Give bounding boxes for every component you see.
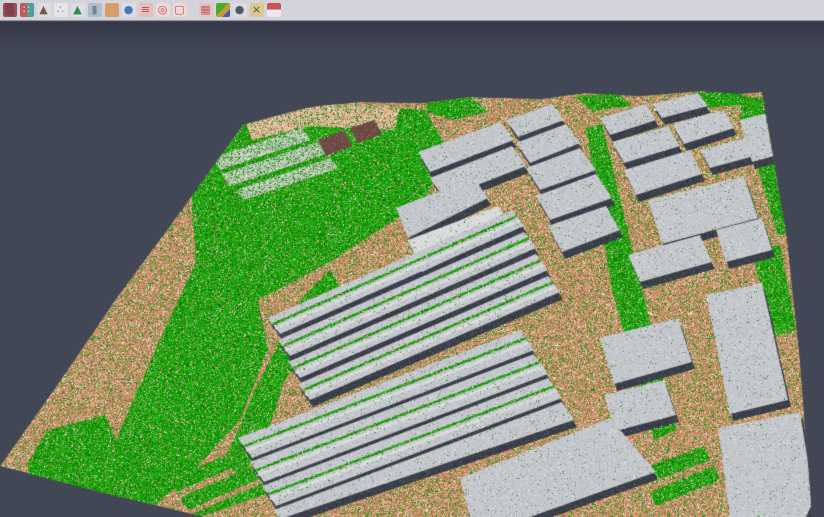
red-selection-icon-button[interactable]: ▢ xyxy=(171,1,188,20)
red-selection-icon: ▢ xyxy=(173,3,187,17)
pointcloud-3d-view[interactable] xyxy=(0,22,824,517)
classify-cross-icon: × xyxy=(250,3,264,17)
scatter-points-icon-button[interactable]: ∷ xyxy=(18,1,35,20)
green-terrain-icon: ▲ xyxy=(71,3,85,17)
globe-icon: ● xyxy=(122,3,136,17)
colormap-icon-button[interactable] xyxy=(214,1,231,20)
maroon-points-icon: ▒ xyxy=(3,3,17,17)
red-stripe-icon-button[interactable] xyxy=(265,1,282,20)
dark-sphere-icon: ● xyxy=(233,3,247,17)
red-target-icon: ◎ xyxy=(156,3,170,17)
terrain-hill-icon: ▲ xyxy=(37,3,51,17)
dark-sphere-icon-button[interactable]: ● xyxy=(231,1,248,20)
pink-grid-icon: ▦ xyxy=(199,3,213,17)
classify-cross-icon-button[interactable]: × xyxy=(248,1,265,20)
green-terrain-icon-button[interactable]: ▲ xyxy=(69,1,86,20)
building-column-icon-button[interactable]: ▮ xyxy=(86,1,103,20)
viewport-3d xyxy=(0,22,824,517)
red-list-icon-button[interactable]: ≡ xyxy=(137,1,154,20)
red-stripe-icon xyxy=(267,3,281,17)
colormap-icon xyxy=(216,3,230,17)
toolbar: ▒∷▲∴▲▮●≡◎▢▦●× xyxy=(0,0,824,21)
red-target-icon-button[interactable]: ◎ xyxy=(154,1,171,20)
ground-patch-icon-button[interactable] xyxy=(103,1,120,20)
sparse-points-icon-button[interactable]: ∴ xyxy=(52,1,69,20)
maroon-points-icon-button[interactable]: ▒ xyxy=(1,1,18,20)
application-window: ▒∷▲∴▲▮●≡◎▢▦●× xyxy=(0,0,824,517)
ground-patch-icon xyxy=(105,3,119,17)
pink-grid-icon-button[interactable]: ▦ xyxy=(197,1,214,20)
terrain-hill-icon-button[interactable]: ▲ xyxy=(35,1,52,20)
globe-icon-button[interactable]: ● xyxy=(120,1,137,20)
scatter-points-icon: ∷ xyxy=(20,3,34,17)
building-column-icon: ▮ xyxy=(88,3,102,17)
red-list-icon: ≡ xyxy=(139,3,153,17)
sparse-points-icon: ∴ xyxy=(54,3,68,17)
